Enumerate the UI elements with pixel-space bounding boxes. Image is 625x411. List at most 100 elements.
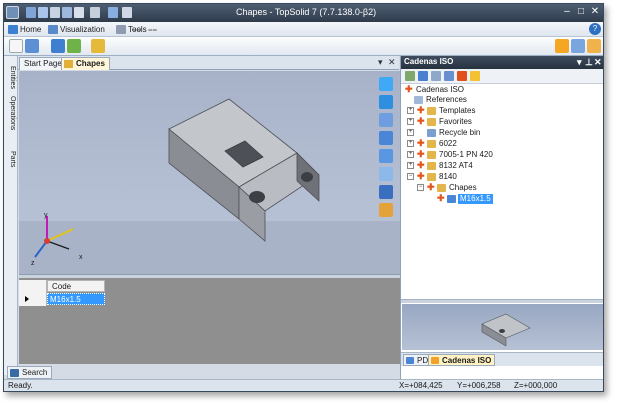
side-tab-operations[interactable]: Operations <box>6 96 16 130</box>
folder-icon <box>427 140 436 148</box>
tree-node[interactable]: References <box>413 95 593 105</box>
search-tab[interactable]: Search <box>7 366 53 379</box>
connect-icon[interactable] <box>587 39 601 53</box>
visualization-icon <box>48 25 58 34</box>
minimize-button[interactable]: – <box>560 5 574 19</box>
tree-node[interactable]: − ✚ Chapes <box>417 183 587 193</box>
tab-tools[interactable]: Tools ⩵ <box>114 23 157 36</box>
redo-icon[interactable] <box>90 7 100 18</box>
assembly-icon[interactable] <box>67 39 81 53</box>
side-tab-parts[interactable]: Parts <box>6 151 16 167</box>
tools-icon <box>116 25 126 34</box>
new-document-icon[interactable] <box>9 39 23 53</box>
panel-splitter[interactable] <box>401 299 603 303</box>
column-header-code[interactable]: Code <box>47 280 105 292</box>
part-icon[interactable] <box>51 39 65 53</box>
tree-node[interactable]: + ✚ 7005-1 PN 420 <box>407 150 587 160</box>
tab-visualization[interactable]: Visualization ⩵ <box>46 23 141 36</box>
pin-icon[interactable]: ⊥ <box>585 56 593 68</box>
magnifier-icon[interactable] <box>379 167 393 181</box>
collapse-icon[interactable]: − <box>417 184 424 191</box>
expand-icon[interactable]: + <box>407 162 414 169</box>
search-icon[interactable] <box>431 71 441 81</box>
panel-tab-bar: PD Cadenas ISO <box>401 352 603 366</box>
expand-icon[interactable]: + <box>407 140 414 147</box>
document-menu-icon[interactable]: ▾ <box>378 57 383 68</box>
add-icon[interactable] <box>405 71 415 81</box>
coord-z: Z=+000,000 <box>514 381 558 390</box>
document-icon[interactable] <box>62 7 72 18</box>
expand-icon[interactable]: + <box>407 151 414 158</box>
side-tab-strip: Entities Operations Parts <box>4 56 18 375</box>
chevron-down-icon[interactable]: ⩵ <box>148 23 157 36</box>
tree-node[interactable]: + ✚ Templates <box>407 106 587 116</box>
document-icon <box>64 60 73 68</box>
maximize-button[interactable]: □ <box>574 5 588 19</box>
zoom-in-icon[interactable] <box>379 77 393 91</box>
save-icon[interactable] <box>26 7 36 18</box>
undo-icon[interactable] <box>74 7 84 18</box>
3d-viewport[interactable]: x y z <box>19 71 400 274</box>
help-icon[interactable]: ? <box>589 23 601 35</box>
filter-icon[interactable] <box>444 71 454 81</box>
cube-view-icon[interactable] <box>379 185 393 199</box>
expand-icon[interactable]: + <box>407 107 414 114</box>
data-grid: Code M16x1.5 <box>19 278 400 364</box>
panel-title: Cadenas ISO <box>404 57 454 66</box>
gear-icon[interactable] <box>91 39 105 53</box>
render-mode-icon[interactable] <box>379 203 393 217</box>
tree-node[interactable]: + ✚ Favorites <box>407 117 587 127</box>
tree-node[interactable]: ✚ Cadenas ISO <box>405 85 595 95</box>
tab-chapes-label: Chapes <box>76 59 105 68</box>
part-icon <box>447 195 456 203</box>
main-toolbar <box>4 37 603 56</box>
print-icon[interactable] <box>50 7 60 18</box>
zoom-window-icon[interactable] <box>379 149 393 163</box>
pan-icon[interactable] <box>379 95 393 109</box>
tree-node-label: 7005-1 PN 420 <box>439 150 493 159</box>
side-tab-entities[interactable]: Entities <box>6 66 16 89</box>
chain-icon[interactable] <box>571 39 585 53</box>
pen-icon[interactable] <box>108 7 118 18</box>
grid-cell-code[interactable]: M16x1.5 <box>47 293 105 305</box>
collapse-icon[interactable]: − <box>407 173 414 180</box>
tab-start-page[interactable]: Start Page <box>19 57 67 70</box>
home-icon <box>8 25 18 34</box>
tab-visualization-label: Visualization <box>60 25 105 34</box>
warning-icon[interactable] <box>470 71 480 81</box>
tree-node[interactable]: − ✚ 8140 <box>407 172 587 182</box>
rotate-icon[interactable] <box>379 113 393 127</box>
recycle-bin-icon <box>427 129 436 137</box>
close-document-icon[interactable]: ✕ <box>388 57 396 68</box>
expand-icon[interactable]: + <box>407 118 414 125</box>
tab-home[interactable]: Home <box>6 23 41 36</box>
expand-icon[interactable]: + <box>407 129 414 136</box>
link-icon[interactable] <box>555 39 569 53</box>
tree-node[interactable]: + ✚ 6022 <box>407 139 587 149</box>
open-document-icon[interactable] <box>25 39 39 53</box>
zoom-extents-icon[interactable] <box>379 131 393 145</box>
coord-x: X=+084,425 <box>399 381 443 390</box>
tree-node-label: Cadenas ISO <box>416 85 465 94</box>
flag-icon[interactable] <box>457 71 467 81</box>
toolbar-options-icon[interactable] <box>122 7 132 18</box>
axis-label-y: y <box>44 212 48 219</box>
close-panel-icon[interactable]: ✕ <box>594 56 602 68</box>
tree-node[interactable]: + Recycle bin <box>407 128 587 138</box>
tab-cadenas-iso[interactable]: Cadenas ISO <box>428 354 496 366</box>
clevis-model[interactable]: x y z <box>19 71 400 274</box>
tree-node-label: References <box>426 95 467 104</box>
cadenas-node-icon: ✚ <box>417 138 425 148</box>
tree-node-label: M16x1.5 <box>458 194 493 204</box>
tab-chapes[interactable]: Chapes <box>61 57 110 70</box>
close-button[interactable]: ✕ <box>588 5 602 19</box>
row-header-column <box>19 280 47 306</box>
tree-node-selected[interactable]: ✚ M16x1.5 <box>437 194 587 204</box>
cadenas-node-icon: ✚ <box>417 171 425 181</box>
window-title: Chapes - TopSolid 7 (7.7.138.0-β2) <box>236 7 377 17</box>
panel-menu-icon[interactable]: ▾ <box>577 56 582 68</box>
tree-icon[interactable] <box>418 71 428 81</box>
save-all-icon[interactable] <box>38 7 48 18</box>
status-bar: Ready. X=+084,425 Y=+006,258 Z=+000,000 <box>4 379 603 391</box>
tree-node[interactable]: + ✚ 8132 AT4 <box>407 161 587 171</box>
